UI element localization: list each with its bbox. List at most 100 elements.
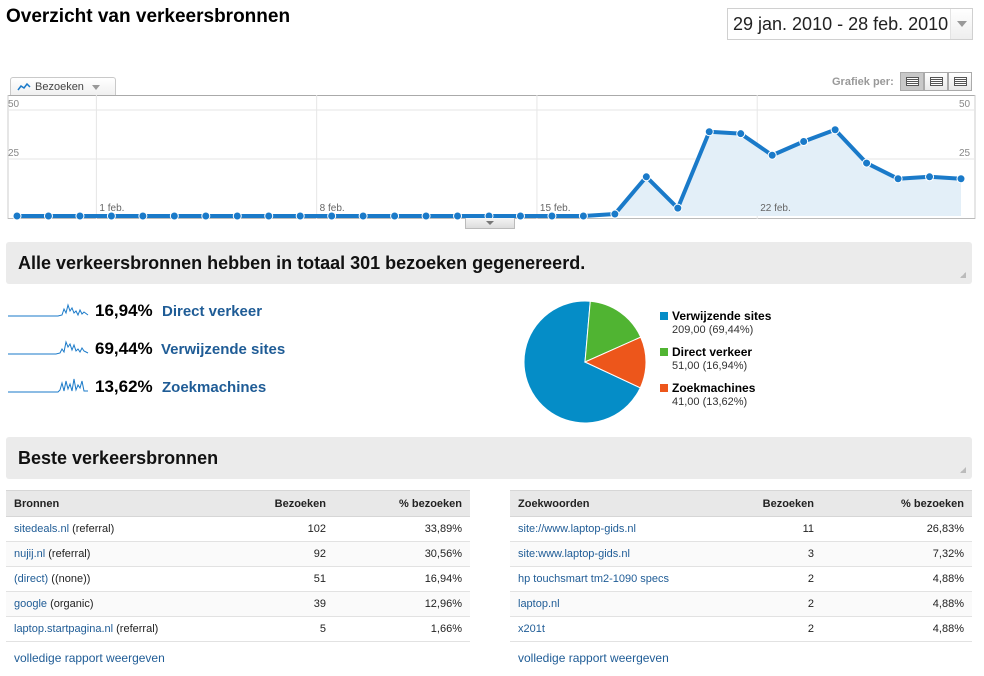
legend-name: Verwijzende sites xyxy=(672,309,772,323)
source-link[interactable]: Zoekmachines xyxy=(162,379,266,396)
source-name-link[interactable]: laptop.startpagina.nl xyxy=(14,623,113,635)
chart-point[interactable] xyxy=(767,150,777,160)
legend-value: 209,00 (69,44%) xyxy=(672,324,754,336)
table-row: site:www.laptop-gids.nl 3 7,32% xyxy=(510,541,972,567)
chart-point[interactable] xyxy=(610,209,620,219)
date-range-picker[interactable]: 29 jan. 2010 - 28 feb. 2010 xyxy=(727,8,973,40)
chart-point[interactable] xyxy=(862,158,872,168)
keyword-link[interactable]: site://www.laptop-gids.nl xyxy=(518,523,636,535)
chart-point[interactable] xyxy=(641,172,651,182)
month-icon xyxy=(953,77,967,86)
source-link[interactable]: Direct verkeer xyxy=(162,303,262,320)
keyword-link[interactable]: x201t xyxy=(518,623,545,635)
chart-point[interactable] xyxy=(75,211,85,221)
chart-point[interactable] xyxy=(169,211,179,221)
graph-by-week-button[interactable] xyxy=(924,72,948,91)
chart-point[interactable] xyxy=(799,137,809,147)
source-cell: laptop.startpagina.nl (referral) xyxy=(6,616,194,642)
metric-selector[interactable]: Bezoeken xyxy=(10,77,116,96)
visits-area xyxy=(17,129,961,216)
chart-point[interactable] xyxy=(12,211,22,221)
legend-item: Verwijzende sites 209,00 (69,44%) xyxy=(660,309,771,337)
chart-point[interactable] xyxy=(295,211,305,221)
chart-point[interactable] xyxy=(704,127,714,137)
visits-cell: 5 xyxy=(194,616,334,642)
keyword-cell: laptop.nl xyxy=(510,591,710,617)
column-header-sources[interactable]: Bronnen xyxy=(6,490,194,517)
chart-point[interactable] xyxy=(578,211,588,221)
chart-point[interactable] xyxy=(830,125,840,135)
keyword-cell: site:www.laptop-gids.nl xyxy=(510,541,710,567)
column-header-pct-visits[interactable]: % bezoeken xyxy=(334,490,470,517)
source-cell: sitedeals.nl (referral) xyxy=(6,516,194,542)
visits-chart: 50 50 25 25 1 feb. 8 feb. 15 feb. 22 feb. xyxy=(7,95,976,221)
chart-point[interactable] xyxy=(421,211,431,221)
source-medium: (referral) xyxy=(45,548,91,560)
metric-selector-label: Bezoeken xyxy=(35,81,84,93)
source-name-link[interactable]: sitedeals.nl xyxy=(14,523,69,535)
chart-point[interactable] xyxy=(736,129,746,139)
keyword-link[interactable]: laptop.nl xyxy=(518,598,560,610)
x-tick-label: 8 feb. xyxy=(320,203,345,214)
chart-point[interactable] xyxy=(232,211,242,221)
source-link[interactable]: Verwijzende sites xyxy=(161,341,285,358)
source-cell: nujij.nl (referral) xyxy=(6,541,194,567)
chart-point[interactable] xyxy=(390,211,400,221)
chevron-down-icon[interactable] xyxy=(950,9,972,39)
graph-by-day-button[interactable] xyxy=(900,72,924,91)
legend-swatch xyxy=(660,312,668,320)
visits-cell: 39 xyxy=(194,591,334,617)
visits-cell: 51 xyxy=(194,566,334,592)
top-sources-heading: Beste verkeersbronnen xyxy=(18,447,219,468)
week-icon xyxy=(929,77,943,86)
graph-granularity-group xyxy=(900,72,972,91)
sparkline xyxy=(8,378,88,393)
chart-point[interactable] xyxy=(43,211,53,221)
summary-heading: Alle verkeersbronnen hebben in totaal 30… xyxy=(18,252,586,273)
graph-by-label: Grafiek per: xyxy=(832,76,894,88)
column-header-pct-visits[interactable]: % bezoeken xyxy=(822,490,972,517)
summary-heading-bar: Alle verkeersbronnen hebben in totaal 30… xyxy=(6,242,972,284)
source-percentage: 16,94% xyxy=(95,301,153,320)
chart-point[interactable] xyxy=(138,211,148,221)
pct-visits-cell: 26,83% xyxy=(822,516,972,542)
graph-by-month-button[interactable] xyxy=(948,72,972,91)
chart-point[interactable] xyxy=(358,211,368,221)
y-tick-label: 50 xyxy=(8,99,20,110)
table-row: laptop.startpagina.nl (referral) 5 1,66% xyxy=(6,616,470,642)
chart-point[interactable] xyxy=(201,211,211,221)
chart-point[interactable] xyxy=(673,203,683,213)
sparkline-line xyxy=(8,340,89,355)
source-medium: ((none)) xyxy=(48,573,91,585)
column-header-visits[interactable]: Bezoeken xyxy=(710,490,822,517)
source-percentage: 13,62% xyxy=(95,377,153,396)
table-row: site://www.laptop-gids.nl 11 26,83% xyxy=(510,516,972,542)
pct-visits-cell: 4,88% xyxy=(822,591,972,617)
keyword-link[interactable]: hp touchsmart tm2-1090 specs xyxy=(518,573,669,585)
column-header-keywords[interactable]: Zoekwoorden xyxy=(510,490,710,517)
column-header-visits[interactable]: Bezoeken xyxy=(194,490,334,517)
chart-point[interactable] xyxy=(956,174,966,184)
table-row: x201t 2 4,88% xyxy=(510,616,972,642)
chart-point[interactable] xyxy=(925,172,935,182)
resize-corner-icon xyxy=(960,467,966,473)
chart-point[interactable] xyxy=(515,211,525,221)
source-name-link[interactable]: nujij.nl xyxy=(14,548,45,560)
keyword-cell: site://www.laptop-gids.nl xyxy=(510,516,710,542)
sources-full-report-link[interactable]: volledige rapport weergeven xyxy=(14,651,165,665)
source-name-link[interactable]: google xyxy=(14,598,47,610)
chart-point[interactable] xyxy=(453,211,463,221)
chart-point[interactable] xyxy=(264,211,274,221)
sources-table: Bronnen Bezoeken % bezoeken sitedeals.nl… xyxy=(6,490,470,642)
source-name-link[interactable]: (direct) xyxy=(14,573,48,585)
keyword-link[interactable]: site:www.laptop-gids.nl xyxy=(518,548,630,560)
pie-legend: Verwijzende sites 209,00 (69,44%) Direct v… xyxy=(660,309,771,417)
chart-point[interactable] xyxy=(893,174,903,184)
keywords-table: Zoekwoorden Bezoeken % bezoeken site://w… xyxy=(510,490,972,642)
keywords-full-report-link[interactable]: volledige rapport weergeven xyxy=(518,651,669,665)
line-chart-icon xyxy=(17,82,31,91)
table-row: hp touchsmart tm2-1090 specs 2 4,88% xyxy=(510,566,972,592)
chart-resize-handle[interactable] xyxy=(465,218,515,229)
pct-visits-cell: 30,56% xyxy=(334,541,470,567)
legend-name: Zoekmachines xyxy=(672,381,756,395)
